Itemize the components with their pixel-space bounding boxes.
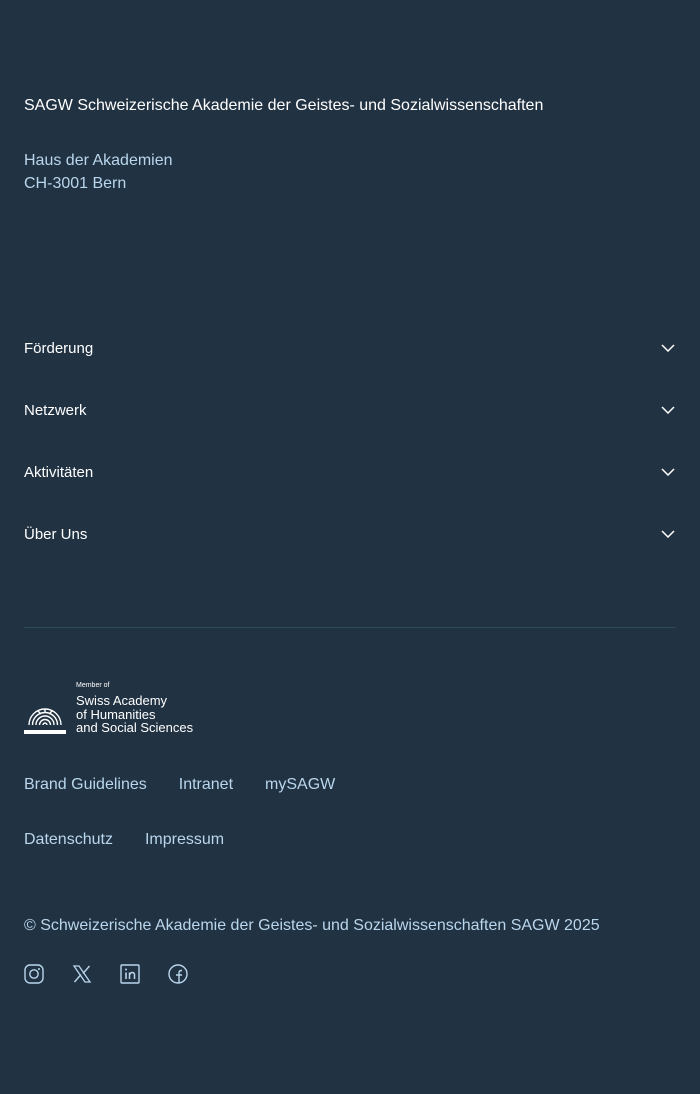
chevron-down-icon	[660, 526, 676, 542]
member-logo-text: Swiss Academy of Humanities and Social S…	[76, 694, 193, 735]
nav-item-label: Über Uns	[24, 525, 88, 543]
labyrinth-logo-icon	[24, 708, 66, 734]
nav-item-netzwerk[interactable]: Netzwerk	[24, 379, 676, 441]
nav-item-foerderung[interactable]: Förderung	[24, 317, 676, 379]
member-logo-line-3: and Social Sciences	[76, 720, 194, 735]
org-title: SAGW Schweizerische Akademie der Geistes…	[24, 97, 544, 114]
chevron-down-icon	[660, 464, 676, 480]
chevron-down-icon	[660, 402, 676, 418]
copyright-text: © Schweizerische Akademie der Geistes- u…	[24, 917, 600, 934]
divider	[24, 627, 676, 628]
nav-item-ueber-uns[interactable]: Über Uns	[24, 503, 676, 565]
nav-item-label: Netzwerk	[24, 401, 87, 419]
nav-item-aktivitaeten[interactable]: Aktivitäten	[24, 441, 676, 503]
chevron-down-icon	[660, 340, 676, 356]
brand-guidelines-link[interactable]: Brand Guidelines	[24, 776, 147, 794]
datenschutz-link[interactable]: Datenschutz	[24, 831, 113, 849]
footer-nav: Förderung Netzwerk Aktivitäten Über Uns	[24, 317, 676, 565]
address-line-2: CH-3001 Bern	[24, 175, 127, 192]
member-of-caption: Member of	[76, 682, 110, 689]
linkedin-icon[interactable]	[120, 964, 140, 984]
address-line-1: Haus der Akademien	[24, 152, 173, 169]
impressum-link[interactable]: Impressum	[145, 831, 224, 849]
social-links	[24, 964, 188, 984]
address: Haus der Akademien CH-3001 Bern	[24, 149, 173, 195]
member-logo-line-1: Swiss Academy	[76, 693, 168, 708]
x-icon[interactable]	[72, 964, 92, 984]
facebook-icon[interactable]	[168, 964, 188, 984]
nav-item-label: Förderung	[24, 339, 94, 357]
mysagw-link[interactable]: mySAGW	[265, 776, 335, 794]
member-logo[interactable]: Member of Swiss Academy of Humanities an…	[24, 682, 214, 738]
member-logo-line-2: of Humanities	[76, 706, 156, 722]
footer-links-primary: Brand Guidelines Intranet mySAGW	[24, 776, 335, 794]
intranet-link[interactable]: Intranet	[179, 776, 233, 794]
site-footer: SAGW Schweizerische Akademie der Geistes…	[0, 0, 700, 1094]
nav-item-label: Aktivitäten	[24, 463, 94, 481]
instagram-icon[interactable]	[24, 964, 44, 984]
footer-links-legal: Datenschutz Impressum	[24, 831, 224, 849]
